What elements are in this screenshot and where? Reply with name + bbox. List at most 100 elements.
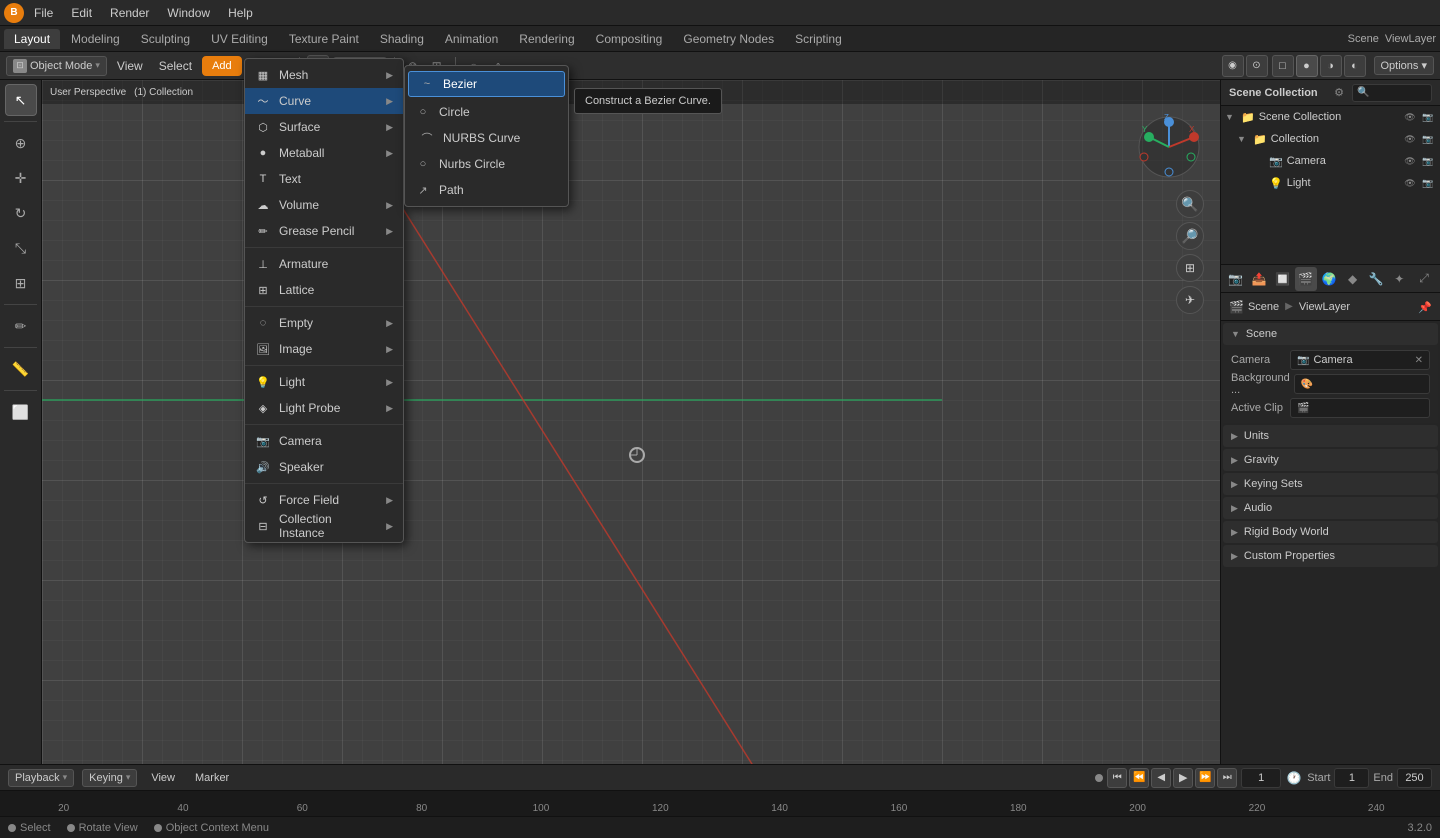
3d-viewport[interactable]: User Perspective (1) Collection Z X <box>42 80 1220 764</box>
tool-annotate[interactable]: ✏ <box>5 310 37 342</box>
marker-menu[interactable]: Marker <box>189 770 235 786</box>
overlay-btn[interactable]: ◉ <box>1222 55 1244 77</box>
play-btn[interactable]: ▶ <box>1173 768 1193 788</box>
menu-item-image[interactable]: 🖼 Image ▶ <box>245 336 403 362</box>
tab-rendering[interactable]: Rendering <box>509 29 584 49</box>
collection-eye-btn[interactable]: 👁 <box>1402 131 1418 147</box>
audio-header[interactable]: ▶ Audio <box>1223 497 1438 519</box>
light-eye-btn[interactable]: 👁 <box>1402 175 1418 191</box>
timeline-view-menu[interactable]: View <box>145 770 181 786</box>
background-value-field[interactable]: 🎨 <box>1294 374 1430 394</box>
outliner-light[interactable]: 💡 Light 👁 📷 <box>1221 172 1440 194</box>
menu-item-surface[interactable]: ⬡ Surface ▶ <box>245 114 403 140</box>
jump-end-btn[interactable]: ⏭ <box>1217 768 1237 788</box>
step-back-btn[interactable]: ⏪ <box>1129 768 1149 788</box>
menu-item-volume[interactable]: ☁ Volume ▶ <box>245 192 403 218</box>
outliner-collection[interactable]: ▼ 📁 Collection 👁 📷 <box>1221 128 1440 150</box>
menu-item-mesh[interactable]: ▦ Mesh ▶ <box>245 62 403 88</box>
menu-item-collection-instance[interactable]: ⊟ Collection Instance ▶ <box>245 513 403 539</box>
camera-value-field[interactable]: 📷 Camera ✕ <box>1290 350 1430 370</box>
light-render-btn[interactable]: 📷 <box>1420 175 1436 191</box>
menu-item-light[interactable]: 💡 Light ▶ <box>245 369 403 395</box>
units-header[interactable]: ▶ Units <box>1223 425 1438 447</box>
start-frame-field[interactable]: 1 <box>1334 768 1369 788</box>
playback-dropdown[interactable]: Playback ▾ <box>8 769 74 787</box>
menu-item-metaball[interactable]: ● Metaball ▶ <box>245 140 403 166</box>
menu-window[interactable]: Window <box>159 4 218 22</box>
outliner-scene-collection[interactable]: ▼ 📁 Scene Collection 👁 📷 <box>1221 106 1440 128</box>
keying-dropdown[interactable]: Keying ▾ <box>82 769 137 787</box>
menu-item-text[interactable]: T Text <box>245 166 403 192</box>
gizmo-btn[interactable]: ⊙ <box>1246 55 1268 77</box>
timeline-marks-bar[interactable]: 20 40 60 80 100 120 140 160 180 200 220 … <box>0 790 1440 816</box>
props-pin-btn[interactable]: 📌 <box>1418 300 1432 314</box>
curve-submenu-nurbs-curve[interactable]: ⌒ NURBS Curve <box>405 125 568 151</box>
tool-add-cube[interactable]: ⬜ <box>5 396 37 428</box>
end-frame-field[interactable]: 250 <box>1397 768 1432 788</box>
rendered-btn[interactable]: ◐ <box>1344 55 1366 77</box>
tool-move[interactable]: ✛ <box>5 162 37 194</box>
props-object-btn[interactable]: ◆ <box>1342 267 1363 291</box>
menu-item-curve[interactable]: 〜 Curve ▶ <box>245 88 403 114</box>
menu-item-force-field[interactable]: ↺ Force Field ▶ <box>245 487 403 513</box>
scene-section-header[interactable]: ▼ Scene <box>1223 323 1438 345</box>
outliner-eye-btn[interactable]: 👁 <box>1402 109 1418 125</box>
tab-sculpting[interactable]: Sculpting <box>131 29 200 49</box>
jump-start-btn[interactable]: ⏮ <box>1107 768 1127 788</box>
outliner-filter-btn[interactable]: ⚙ <box>1330 84 1348 102</box>
gravity-header[interactable]: ▶ Gravity <box>1223 449 1438 471</box>
tool-transform[interactable]: ⊞ <box>5 267 37 299</box>
props-output-btn[interactable]: 📤 <box>1248 267 1269 291</box>
tool-select[interactable]: ↖ <box>5 84 37 116</box>
current-frame-field[interactable]: 1 <box>1241 768 1281 788</box>
play-back-btn[interactable]: ◀ <box>1151 768 1171 788</box>
menu-item-lattice[interactable]: ⊞ Lattice <box>245 277 403 303</box>
props-render-btn[interactable]: 📷 <box>1225 267 1246 291</box>
tab-shading[interactable]: Shading <box>370 29 434 49</box>
menu-help[interactable]: Help <box>220 4 261 22</box>
props-particles-btn[interactable]: ✦ <box>1389 267 1410 291</box>
blender-logo[interactable]: B <box>4 3 24 23</box>
camera-clear-btn[interactable]: ✕ <box>1415 355 1423 366</box>
material-btn[interactable]: ◑ <box>1320 55 1342 77</box>
props-view-layer-btn[interactable]: 🔲 <box>1272 267 1293 291</box>
options-btn[interactable]: Options ▾ <box>1374 56 1435 75</box>
rigid-body-world-header[interactable]: ▶ Rigid Body World <box>1223 521 1438 543</box>
tool-rotate[interactable]: ↻ <box>5 197 37 229</box>
props-modifier-btn[interactable]: 🔧 <box>1365 267 1386 291</box>
options-dropdown[interactable]: Options ▾ <box>1374 56 1435 75</box>
outliner-camera[interactable]: 📷 Camera 👁 📷 <box>1221 150 1440 172</box>
mode-selector[interactable]: ⊡ Object Mode ▾ <box>6 56 107 76</box>
camera-eye-btn[interactable]: 👁 <box>1402 153 1418 169</box>
menu-item-camera[interactable]: 📷 Camera <box>245 428 403 454</box>
menu-edit[interactable]: Edit <box>63 4 100 22</box>
menu-item-light-probe[interactable]: ◈ Light Probe ▶ <box>245 395 403 421</box>
menu-render[interactable]: Render <box>102 4 157 22</box>
curve-submenu-nurbs-circle[interactable]: ○ Nurbs Circle <box>405 151 568 177</box>
select-menu[interactable]: Select <box>153 57 198 75</box>
view-menu[interactable]: View <box>111 57 149 75</box>
solid-btn[interactable]: ● <box>1296 55 1318 77</box>
zoom-out-btn[interactable]: 🔎 <box>1176 222 1204 250</box>
curve-submenu-bezier[interactable]: ~ Bezier <box>408 71 565 97</box>
menu-file[interactable]: File <box>26 4 61 22</box>
wireframe-btn[interactable]: □ <box>1272 55 1294 77</box>
collection-render-btn[interactable]: 📷 <box>1420 131 1436 147</box>
props-scene-btn[interactable]: 🎬 <box>1295 267 1316 291</box>
tab-texture-paint[interactable]: Texture Paint <box>279 29 369 49</box>
tool-cursor[interactable]: ⊕ <box>5 127 37 159</box>
keying-sets-header[interactable]: ▶ Keying Sets <box>1223 473 1438 495</box>
custom-properties-header[interactable]: ▶ Custom Properties <box>1223 545 1438 567</box>
tab-geometry-nodes[interactable]: Geometry Nodes <box>673 29 784 49</box>
props-world-btn[interactable]: 🌍 <box>1319 267 1340 291</box>
curve-submenu-circle[interactable]: ○ Circle <box>405 99 568 125</box>
props-expand-icon[interactable]: ⤢ <box>1412 267 1436 291</box>
menu-item-grease-pencil[interactable]: ✏ Grease Pencil ▶ <box>245 218 403 244</box>
tab-animation[interactable]: Animation <box>435 29 508 49</box>
props-expand-btn[interactable]: ⤢ <box>1412 267 1436 291</box>
camera-render-btn[interactable]: 📷 <box>1420 153 1436 169</box>
tool-measure[interactable]: 📏 <box>5 353 37 385</box>
outliner-render-btn[interactable]: 📷 <box>1420 109 1436 125</box>
zoom-in-btn[interactable]: 🔍 <box>1176 190 1204 218</box>
tool-scale[interactable]: ⤡ <box>5 232 37 264</box>
